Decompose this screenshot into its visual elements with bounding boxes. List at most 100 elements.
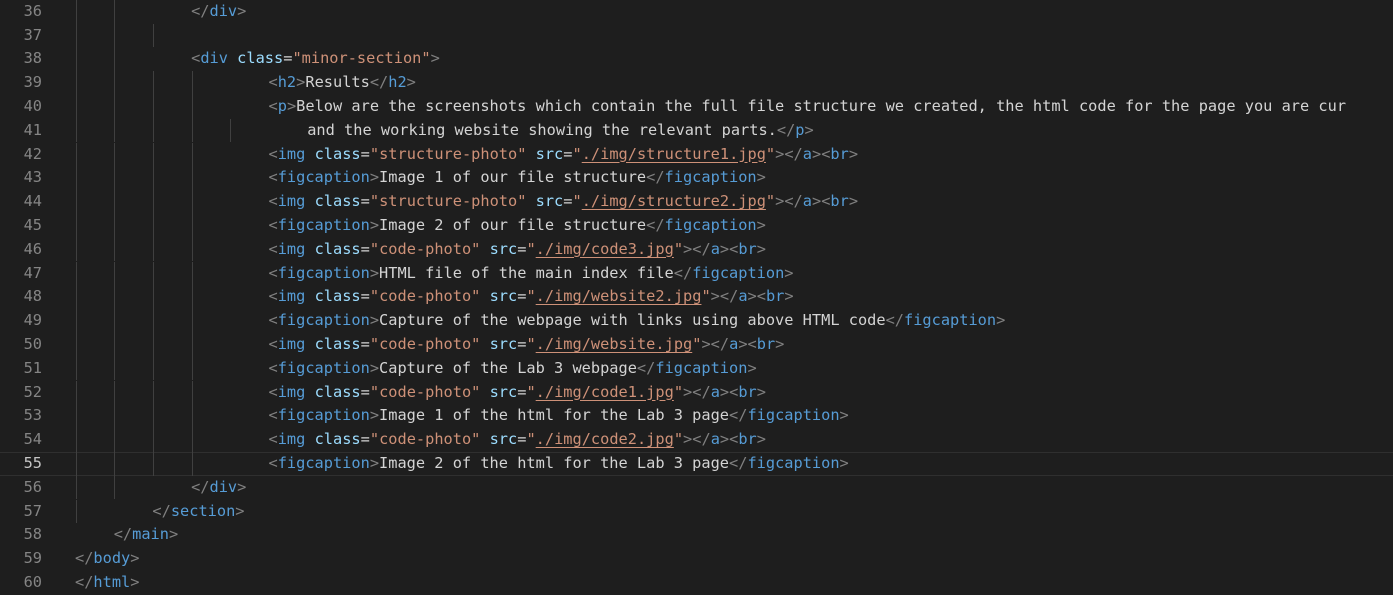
code-line[interactable]: 44 <img class="structure-photo" src="./im… [0, 190, 1393, 214]
code-line[interactable]: 47 <figcaption>HTML file of the main inde… [0, 261, 1393, 286]
indent-guide [191, 285, 193, 310]
text-content: and the working website showing the rele… [307, 120, 777, 139]
attribute-value: " [526, 382, 536, 401]
indent-guide [75, 0, 77, 24]
line-number: 60 [23, 572, 42, 591]
punctuation: >< [747, 287, 766, 306]
line-number: 36 [23, 1, 42, 20]
indent-guide [152, 190, 154, 214]
indent-guide [75, 428, 77, 452]
indent-guide [152, 309, 154, 333]
attribute-name: src [489, 430, 518, 449]
text-content [305, 430, 314, 448]
code-line[interactable]: 42 <img class="structure-photo" src="./im… [0, 142, 1393, 167]
tag-name: figcaption [747, 406, 840, 425]
punctuation: > [237, 1, 247, 20]
tag-name: figcaption [747, 453, 840, 472]
indent-guide [191, 380, 193, 405]
file-link[interactable]: ./img/structure1.jpg [582, 145, 766, 163]
attribute-value: " [572, 144, 582, 163]
file-link[interactable]: ./img/structure2.jpg [582, 192, 766, 210]
text-content [305, 240, 314, 258]
code-line[interactable]: 53 <figcaption>Image 1 of the html for th… [0, 404, 1393, 429]
code-line[interactable]: 51 <figcaption>Capture of the Lab 3 webpa… [0, 356, 1393, 381]
indent-guide [191, 261, 193, 286]
text-content: Results [305, 73, 370, 92]
punctuation: > [756, 430, 766, 449]
punctuation: > [235, 501, 245, 520]
text-content: Image 1 of the html for the Lab 3 page [379, 406, 730, 425]
punctuation: ></ [775, 192, 803, 211]
punctuation: > [784, 287, 794, 306]
punctuation: > [784, 263, 794, 282]
tag-name: br [738, 430, 757, 449]
attribute-value: " [526, 287, 536, 306]
text-content [305, 383, 314, 401]
punctuation: < [268, 144, 278, 163]
attribute-value: "code-photo" [369, 239, 481, 258]
file-link[interactable]: ./img/website2.jpg [536, 287, 702, 305]
attribute-value: " [701, 287, 711, 306]
code-line[interactable]: 36 </div> [0, 0, 1393, 24]
file-link[interactable]: ./img/code1.jpg [536, 383, 674, 401]
code-line[interactable]: 49 <figcaption>Capture of the webpage wit… [0, 309, 1393, 333]
code-line[interactable]: 37 [0, 23, 1393, 48]
line-number: 53 [23, 406, 42, 425]
code-line[interactable]: 57 </section> [0, 499, 1393, 524]
code-line[interactable]: 38 <div class="minor-section"> [0, 47, 1393, 72]
code-line[interactable]: 56 </div> [0, 475, 1393, 500]
indent-guide [75, 261, 77, 286]
code-editor[interactable]: 36 </div> 37 38 <div class="minor-section"> 3… [0, 0, 1393, 595]
indent-guide [114, 404, 116, 429]
code-line[interactable]: 55 <figcaption>Image 2 of the html for th… [0, 451, 1393, 476]
tag-name: div [209, 477, 238, 496]
attribute-value: "structure-photo" [369, 192, 527, 211]
tag-name: img [277, 239, 306, 258]
punctuation: </ [636, 358, 656, 377]
punctuation: </ [75, 549, 94, 568]
code-line[interactable]: 60 </html> [0, 571, 1393, 595]
indent-guide [75, 213, 77, 238]
code-line[interactable]: 54 <img class="code-photo" src="./img/cod… [0, 428, 1393, 452]
attribute-value: " [673, 382, 684, 401]
line-number: 37 [23, 25, 42, 44]
text-content: Below are the screenshots which contain … [296, 96, 1347, 115]
line-number: 38 [23, 49, 42, 68]
text-content [480, 383, 489, 401]
punctuation: > [804, 120, 814, 139]
punctuation: </ [152, 501, 171, 520]
code-line[interactable]: 45 <figcaption>Image 2 of our file struct… [0, 213, 1393, 238]
punctuation: > [775, 334, 785, 353]
code-line[interactable]: 52 <img class="code-photo" src="./img/cod… [0, 380, 1393, 405]
code-line[interactable]: 59 </body> [0, 547, 1393, 571]
tag-name: div [200, 49, 228, 68]
code-line[interactable]: 46 <img class="code-photo" src="./img/cod… [0, 237, 1393, 262]
text-content: Image 1 of our file structure [379, 168, 647, 187]
indent-guide [152, 118, 154, 143]
file-link[interactable]: ./img/code3.jpg [536, 240, 674, 258]
file-link[interactable]: ./img/code2.jpg [536, 430, 674, 448]
code-line[interactable]: 50 <img class="code-photo" src="./img/web… [0, 332, 1393, 357]
indent-guide [152, 404, 154, 429]
punctuation: >< [719, 239, 739, 258]
line-code: and the working website showing the rele… [307, 119, 814, 143]
text-content: Image 2 of the html for the Lab 3 page [379, 453, 730, 472]
code-line[interactable]: 40 <p>Below are the screenshots which con… [0, 94, 1393, 119]
tag-name: div [209, 1, 238, 20]
code-line[interactable]: 43 <figcaption>Image 1 of our file struct… [0, 166, 1393, 191]
punctuation: > [406, 73, 416, 92]
text-content: = [360, 334, 370, 353]
line-number: 49 [23, 311, 42, 330]
text-content: = [360, 144, 370, 163]
indent-guide [75, 166, 77, 191]
code-line[interactable]: 39 <h2>Results</h2> [0, 71, 1393, 95]
code-line[interactable]: 58 </main> [0, 523, 1393, 547]
code-line[interactable]: 48 <img class="code-photo" src="./img/web… [0, 285, 1393, 310]
file-link[interactable]: ./img/website.jpg [536, 335, 693, 353]
line-code: <img class="structure-photo" src="./img/… [269, 143, 859, 167]
indent-guide [191, 451, 193, 476]
code-line[interactable]: 41 and the working website showing the re… [0, 118, 1393, 143]
punctuation: > [369, 453, 380, 472]
attribute-name: src [535, 192, 564, 211]
attribute-name: src [489, 382, 518, 401]
